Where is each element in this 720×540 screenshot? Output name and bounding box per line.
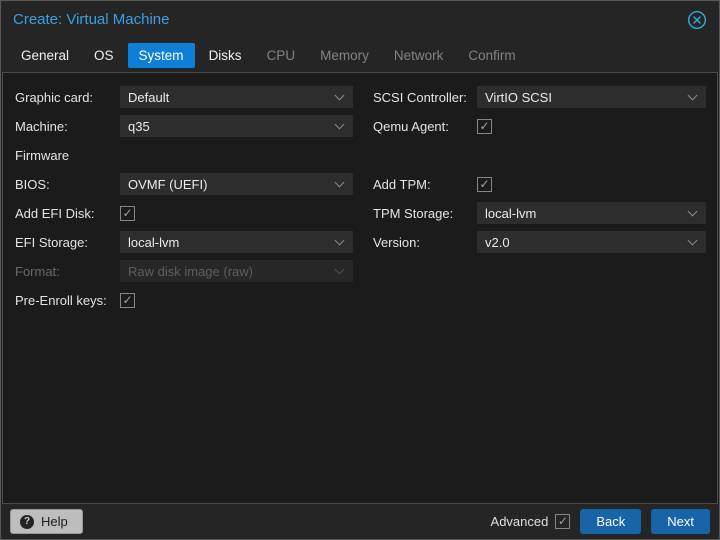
advanced-label: Advanced <box>491 514 549 529</box>
add-efi-disk-checkbox[interactable]: ✓ <box>120 206 135 221</box>
qemu-agent-checkbox[interactable]: ✓ <box>477 119 492 134</box>
next-button[interactable]: Next <box>651 509 710 534</box>
tpm-storage-value: local-lvm <box>485 206 536 221</box>
check-icon: ✓ <box>479 178 489 190</box>
graphic-card-select[interactable]: Default <box>120 86 353 108</box>
tpm-version-row: Version: v2.0 <box>373 231 706 253</box>
pre-enroll-keys-row: Pre-Enroll keys: ✓ <box>15 289 353 311</box>
qemu-agent-row: Qemu Agent: ✓ <box>373 115 706 137</box>
tpm-storage-label: TPM Storage: <box>373 206 477 221</box>
dialog-footer: ? Help Advanced ✓ Back Next <box>1 504 719 539</box>
create-vm-dialog: Create: Virtual Machine General OS Syste… <box>0 0 720 540</box>
efi-storage-label: EFI Storage: <box>15 235 120 250</box>
tpm-version-value: v2.0 <box>485 235 510 250</box>
add-tpm-row: Add TPM: ✓ <box>373 173 706 195</box>
graphic-card-label: Graphic card: <box>15 90 120 105</box>
add-efi-disk-label: Add EFI Disk: <box>15 206 120 221</box>
close-icon <box>687 10 707 30</box>
machine-row: Machine: q35 <box>15 115 353 137</box>
help-label: Help <box>41 514 68 529</box>
form-column-left: Graphic card: Default Machine: q35 Firmw… <box>15 86 353 318</box>
chevron-down-icon <box>335 178 345 188</box>
tpm-storage-row: TPM Storage: local-lvm <box>373 202 706 224</box>
help-button[interactable]: ? Help <box>10 509 83 534</box>
bios-select[interactable]: OVMF (UEFI) <box>120 173 353 195</box>
bios-value: OVMF (UEFI) <box>128 177 207 192</box>
pre-enroll-keys-checkbox[interactable]: ✓ <box>120 293 135 308</box>
dialog-titlebar: Create: Virtual Machine <box>1 1 719 38</box>
bios-label: BIOS: <box>15 177 120 192</box>
wizard-tabbar: General OS System Disks CPU Memory Netwo… <box>1 38 719 72</box>
advanced-checkbox[interactable]: ✓ <box>555 514 570 529</box>
add-tpm-label: Add TPM: <box>373 177 477 192</box>
chevron-down-icon <box>335 91 345 101</box>
bios-row: BIOS: OVMF (UEFI) <box>15 173 353 195</box>
tab-system[interactable]: System <box>128 43 195 68</box>
chevron-down-icon <box>335 120 345 130</box>
tab-os[interactable]: OS <box>83 43 125 68</box>
firmware-section-row: Firmware <box>15 144 353 166</box>
pre-enroll-keys-label: Pre-Enroll keys: <box>15 293 120 308</box>
scsi-controller-label: SCSI Controller: <box>373 90 477 105</box>
firmware-section-label: Firmware <box>15 148 120 163</box>
efi-storage-select[interactable]: local-lvm <box>120 231 353 253</box>
chevron-down-icon <box>335 236 345 246</box>
tab-confirm: Confirm <box>457 43 526 68</box>
scsi-controller-value: VirtIO SCSI <box>485 90 552 105</box>
tab-memory: Memory <box>309 43 380 68</box>
tab-disks[interactable]: Disks <box>198 43 253 68</box>
back-button[interactable]: Back <box>580 509 641 534</box>
footer-actions: Advanced ✓ Back Next <box>491 509 710 534</box>
scsi-controller-select[interactable]: VirtIO SCSI <box>477 86 706 108</box>
format-select: Raw disk image (raw) <box>120 260 353 282</box>
machine-value: q35 <box>128 119 150 134</box>
machine-label: Machine: <box>15 119 120 134</box>
format-label: Format: <box>15 264 120 279</box>
chevron-down-icon <box>688 207 698 217</box>
check-icon: ✓ <box>558 515 568 527</box>
graphic-card-value: Default <box>128 90 169 105</box>
machine-select[interactable]: q35 <box>120 115 353 137</box>
tpm-version-label: Version: <box>373 235 477 250</box>
tab-general[interactable]: General <box>10 43 80 68</box>
format-value: Raw disk image (raw) <box>128 264 253 279</box>
tab-network: Network <box>383 43 455 68</box>
dialog-title: Create: Virtual Machine <box>13 11 169 28</box>
efi-storage-value: local-lvm <box>128 235 179 250</box>
form-column-right: SCSI Controller: VirtIO SCSI Qemu Agent:… <box>373 86 706 318</box>
check-icon: ✓ <box>122 294 132 306</box>
chevron-down-icon <box>688 236 698 246</box>
help-icon: ? <box>20 515 34 529</box>
format-row: Format: Raw disk image (raw) <box>15 260 353 282</box>
scsi-controller-row: SCSI Controller: VirtIO SCSI <box>373 86 706 108</box>
spacer-row <box>373 144 706 166</box>
chevron-down-icon <box>688 91 698 101</box>
graphic-card-row: Graphic card: Default <box>15 86 353 108</box>
add-efi-disk-row: Add EFI Disk: ✓ <box>15 202 353 224</box>
tab-cpu: CPU <box>256 43 307 68</box>
tpm-version-select[interactable]: v2.0 <box>477 231 706 253</box>
efi-storage-row: EFI Storage: local-lvm <box>15 231 353 253</box>
check-icon: ✓ <box>122 207 132 219</box>
check-icon: ✓ <box>479 120 489 132</box>
close-button[interactable] <box>687 10 707 30</box>
system-tab-panel: Graphic card: Default Machine: q35 Firmw… <box>2 72 718 504</box>
qemu-agent-label: Qemu Agent: <box>373 119 477 134</box>
chevron-down-icon <box>335 265 345 275</box>
system-form: Graphic card: Default Machine: q35 Firmw… <box>3 73 717 318</box>
tpm-storage-select[interactable]: local-lvm <box>477 202 706 224</box>
add-tpm-checkbox[interactable]: ✓ <box>477 177 492 192</box>
